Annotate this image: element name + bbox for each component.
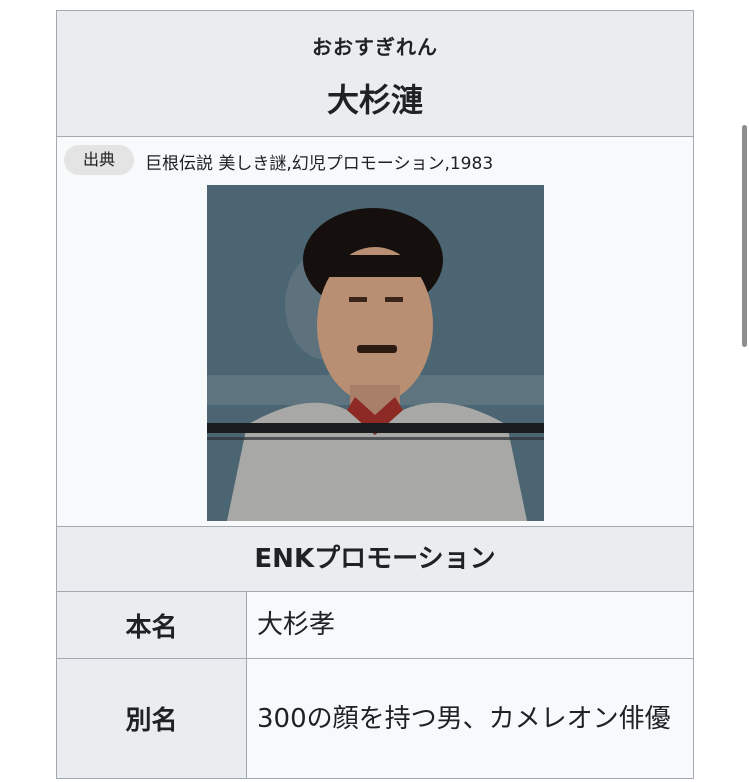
table-row: 別名 300の顔を持つ男、カメレオン俳優	[57, 659, 693, 779]
section-heading: ENKプロモーション	[57, 527, 693, 592]
row-label-real-name: 本名	[57, 592, 247, 658]
page-title: 大杉漣	[326, 81, 423, 119]
portrait-photo[interactable]	[207, 185, 544, 521]
row-value-real-name: 大杉孝	[247, 592, 693, 658]
image-row: 出典 巨根伝説 美しき謎,幻児プロモーション,1983	[57, 137, 693, 527]
portrait-image	[207, 185, 544, 521]
infobox: おおすぎれん 大杉漣 出典 巨根伝説 美しき謎,幻児プロモーション,1983 E…	[56, 10, 694, 779]
name-reading: おおすぎれん	[312, 35, 438, 59]
scrollbar[interactable]	[742, 125, 747, 347]
infobox-title-block: おおすぎれん 大杉漣	[57, 11, 693, 137]
table-row: 本名 大杉孝	[57, 592, 693, 659]
row-label-alias: 別名	[57, 659, 247, 778]
source-text: 巨根伝説 美しき謎,幻児プロモーション,1983	[145, 154, 494, 174]
row-value-alias: 300の顔を持つ男、カメレオン俳優	[247, 659, 693, 778]
source-badge: 出典	[64, 145, 134, 175]
